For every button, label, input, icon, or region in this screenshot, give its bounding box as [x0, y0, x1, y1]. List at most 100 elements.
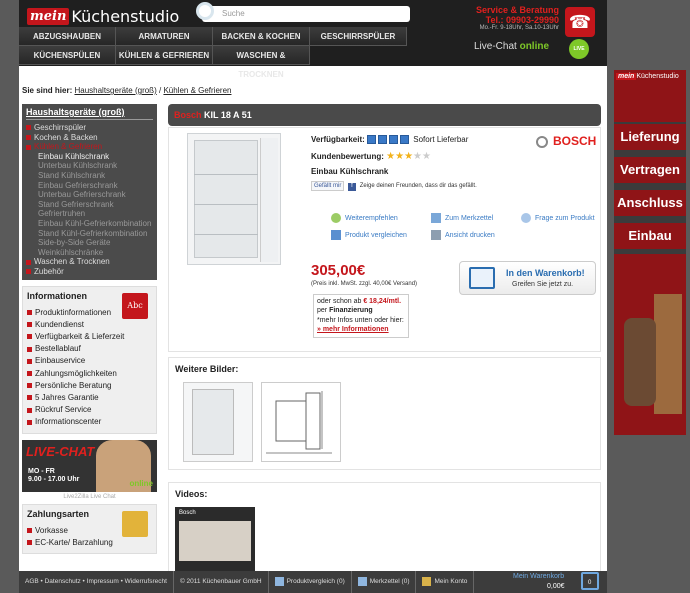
fb-like-button[interactable]: Gefällt mir — [311, 181, 345, 191]
banner-word: Einbau — [614, 223, 686, 249]
wishlist-link-label: Zum Merkzettel — [445, 214, 494, 222]
livechat-banner[interactable]: LIVE-CHAT MO - FR 9.00 - 17.00 Uhr onlin… — [22, 439, 157, 492]
bosch-ring-icon — [536, 135, 548, 148]
drawing-thumbnail[interactable] — [261, 382, 341, 462]
livechat-banner-online: online — [129, 478, 153, 488]
banner-word: Anschluss — [614, 190, 686, 216]
category-title[interactable]: Haushaltsgeräte (groß) — [26, 107, 153, 120]
site-logo[interactable]: mein Küchenstudio — [27, 6, 179, 26]
livechat-status[interactable]: Live-Chat online — [474, 41, 549, 52]
availability-label: Verfügbarkeit: — [311, 135, 365, 144]
footer-copyright: © 2011 Küchenbauer GmbH — [174, 571, 269, 593]
info-item[interactable]: Informationscenter — [27, 416, 152, 428]
add-to-cart-button[interactable]: In den Warenkorb! Greifen Sie jetzt zu. — [459, 261, 596, 295]
footer-compare[interactable]: Produktvergleich (0) — [269, 571, 352, 593]
financing-line2: per Finanzierung — [317, 306, 405, 315]
livechat-caption[interactable]: Live2Zilla Live Chat — [22, 494, 157, 500]
star-icon: ★ — [413, 151, 422, 162]
product-title-bar: Bosch KIL 18 A 51 — [168, 104, 601, 126]
subcategory-item[interactable]: Unterbau Gefrierschrank — [26, 190, 153, 200]
subcategory-item[interactable]: Unterbau Kühlschrank — [26, 161, 153, 171]
nav-row: Küchenspülen Kühlen & Gefrieren Waschen … — [19, 46, 409, 79]
info-item[interactable]: Verfügbarkeit & Lieferzeit — [27, 331, 152, 343]
star-icon: ★ — [422, 151, 431, 162]
category-item[interactable]: Kochen & Backen — [26, 133, 153, 143]
subcategory-item[interactable]: Weinkühlschränke — [26, 248, 153, 258]
financing-more-link[interactable]: » mehr Informationen — [317, 326, 389, 333]
service-title: Service & Beratung — [475, 5, 559, 15]
search-input[interactable]: Suche — [196, 2, 410, 22]
print-link[interactable]: Ansicht drucken — [431, 230, 495, 240]
subcategory-item[interactable]: Einbau Kühl-Gefrierkombination — [26, 219, 153, 229]
nav-kuechenspuelen[interactable]: Küchenspülen — [19, 46, 116, 65]
nav-backen-kochen[interactable]: Backen & Kochen — [213, 27, 310, 46]
compare-link[interactable]: Produkt vergleichen — [331, 230, 407, 240]
cart-count: 0 — [588, 580, 592, 586]
product-image[interactable] — [187, 133, 281, 265]
category-item[interactable]: Zubehör — [26, 267, 153, 277]
subcategory-item[interactable]: Stand Gefrierschrank — [26, 200, 153, 210]
worker-shape — [624, 318, 656, 406]
search-icon[interactable] — [196, 2, 214, 20]
footer-notes-label: Merkzettel (0) — [369, 578, 410, 585]
info-item[interactable]: Zahlungsmöglichkeiten — [27, 368, 152, 380]
folder-icon — [422, 576, 432, 586]
fridge-thumb-body — [192, 389, 234, 455]
livechat-icon[interactable]: LIVE CHAT — [569, 39, 589, 72]
logo-brand: Küchenstudio — [71, 6, 180, 26]
payment-item[interactable]: EC-Karte/ Barzahlung — [27, 537, 152, 549]
info-item[interactable]: Rückruf Service — [27, 404, 152, 416]
category-item-active[interactable]: Kühlen & Gefrieren — [26, 142, 153, 152]
nav-armaturen[interactable]: Armaturen — [116, 27, 213, 46]
subcategory-item[interactable]: Stand Kühl-Gefrierkombination — [26, 229, 153, 239]
info-item[interactable]: Persönliche Beratung — [27, 380, 152, 392]
info-item[interactable]: 5 Jahres Garantie — [27, 392, 152, 404]
footer-bar: AGB • Datenschutz • Impressum • Widerruf… — [19, 571, 607, 593]
question-link[interactable]: Frage zum Produkt — [521, 213, 595, 223]
footer-notes[interactable]: Merkzettel (0) — [352, 571, 417, 593]
fridge-shelf — [194, 204, 258, 205]
info-item[interactable]: Einbauservice — [27, 355, 152, 367]
footer-cart-value: 0,00€ — [547, 583, 565, 590]
financing-word: Finanzierung — [329, 307, 373, 315]
service-phone: Tel.: 09903-29990 — [485, 15, 559, 25]
nav-geschirrspueler[interactable]: Geschirrspüler — [310, 27, 407, 46]
wishlist-link[interactable]: Zum Merkzettel — [431, 213, 493, 223]
availability-indicator — [367, 135, 411, 145]
compare-link-label: Produkt vergleichen — [345, 231, 407, 239]
service-hours: Mo.-Fr. 9-18Uhr, Sa.10-13Uhr — [479, 25, 559, 31]
breadcrumb-prefix: Sie sind hier: — [22, 86, 73, 95]
notepad-icon — [357, 576, 367, 586]
right-banner[interactable]: mein Küchenstudio Lieferung Vertragen Ans… — [614, 70, 686, 435]
subcategory-item[interactable]: Stand Kühlschrank — [26, 171, 153, 181]
nav-abzugshauben[interactable]: Abzugshauben — [19, 27, 116, 46]
print-icon — [431, 230, 441, 240]
video-player[interactable]: Bosch — [175, 507, 255, 575]
info-item[interactable]: Bestellablauf — [27, 343, 152, 355]
rating-stars[interactable]: ★★★★★ — [386, 151, 431, 162]
nav-kuehlen-gefrieren[interactable]: Kühlen & Gefrieren — [116, 46, 213, 65]
breadcrumb-level1[interactable]: Haushaltsgeräte (groß) — [74, 86, 156, 95]
manufacturer-name: BOSCH — [553, 134, 597, 148]
availability-square — [389, 135, 399, 145]
subcategory-item-active[interactable]: Einbau Kühlschrank — [26, 152, 153, 162]
category-item[interactable]: Geschirrspüler — [26, 123, 153, 133]
recommend-link[interactable]: Weiterempfehlen — [331, 213, 398, 223]
breadcrumb-level2[interactable]: Kühlen & Gefrieren — [163, 86, 231, 95]
nav-row: Abzugshauben Armaturen Backen & Kochen G… — [19, 27, 409, 46]
footer-cart[interactable]: Mein Warenkorb 0,00€ 0 — [511, 571, 607, 593]
subcategory-item[interactable]: Einbau Gefrierschrank — [26, 181, 153, 191]
footer-links[interactable]: AGB • Datenschutz • Impressum • Widerruf… — [19, 571, 174, 593]
info-item[interactable]: Kundendienst — [27, 319, 152, 331]
nav-waschen-trocknen[interactable]: Waschen & Trocknen — [213, 46, 310, 79]
phone-icon[interactable]: ☎ — [565, 7, 595, 37]
banner-logo-mein: mein — [616, 73, 637, 80]
availability-text: Sofort Lieferbar — [413, 135, 469, 144]
image-thumbnail[interactable] — [183, 382, 253, 462]
banner-photo — [614, 254, 686, 435]
footer-account[interactable]: Mein Konto — [416, 571, 475, 593]
technical-drawing — [266, 391, 332, 454]
subcategory-item[interactable]: Gefriertruhen — [26, 209, 153, 219]
subcategory-item[interactable]: Side-by-Side Geräte — [26, 238, 153, 248]
category-item[interactable]: Waschen & Trocknen — [26, 257, 153, 267]
